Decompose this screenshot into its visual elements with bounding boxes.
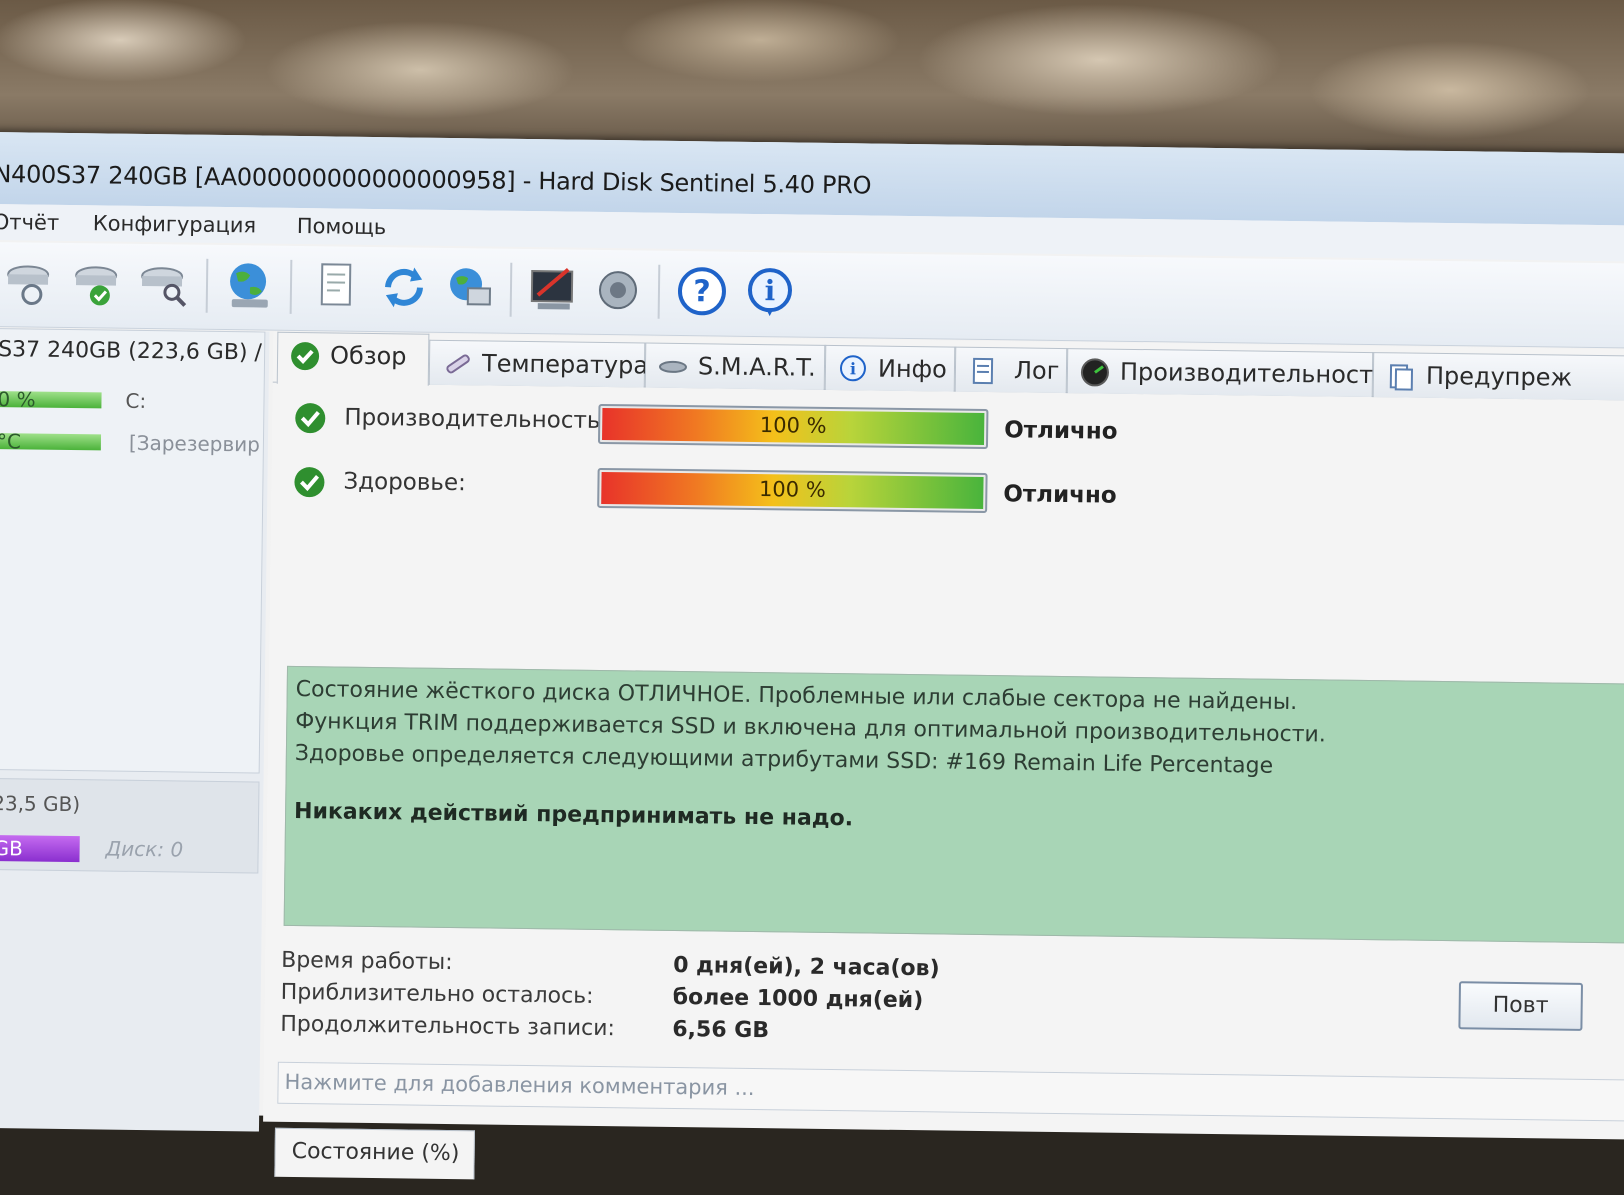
- tab-temperature[interactable]: Температура: [429, 340, 646, 388]
- status-action: Никаких действий предпринимать не надо.: [294, 799, 853, 831]
- status-line-1: Состояние жёсткого диска ОТЛИЧНОЕ. Пробл…: [296, 677, 1298, 715]
- volume-item[interactable]: 23,5 GB) GB Диск: 0: [0, 778, 260, 874]
- sound-icon[interactable]: [594, 264, 647, 317]
- disk-search-icon[interactable]: [138, 258, 191, 311]
- svg-text:?: ?: [693, 274, 711, 309]
- tab-smart[interactable]: S.M.A.R.T.: [645, 343, 826, 390]
- globe-icon[interactable]: [224, 259, 277, 312]
- svg-text:i: i: [764, 274, 775, 307]
- tab-info[interactable]: i Инфо: [825, 345, 956, 392]
- status-message-box: Состояние жёсткого диска ОТЛИЧНОЕ. Пробл…: [284, 666, 1624, 944]
- reserved-label: [Зарезервир: [129, 431, 260, 457]
- volume-bar: GB: [0, 835, 80, 862]
- settings-icon[interactable]: [528, 263, 581, 316]
- health-mini-label: 0 %: [0, 387, 36, 411]
- uptime-value: 0 дня(ей), 2 часа(ов): [673, 953, 940, 981]
- app-window: N400S37 240GB [AA000000000000000958] - H…: [0, 132, 1624, 1134]
- disk-check-icon[interactable]: [70, 257, 123, 310]
- status-line-3: Здоровье определяется следующими атрибут…: [295, 741, 1274, 779]
- smart-icon: [658, 352, 688, 382]
- written-label: Продолжительность записи:: [280, 1012, 615, 1041]
- toolbar-separator: [658, 265, 661, 319]
- health-check-icon: [293, 466, 325, 498]
- tab-warnings[interactable]: Предупреж: [1373, 352, 1624, 400]
- menu-configuration[interactable]: Конфигурация: [93, 211, 257, 237]
- disk-title: S37 240GB (223,6 GB) /: [0, 337, 262, 365]
- tab-overview[interactable]: Обзор: [277, 332, 430, 386]
- tab-status-percent[interactable]: Состояние (%): [274, 1128, 475, 1180]
- disk-label: Диск: 0: [105, 837, 183, 862]
- health-value: 100 %: [599, 475, 985, 504]
- performance-check-icon: [294, 402, 326, 434]
- remaining-value: более 1000 дня(ей): [673, 985, 924, 1013]
- toolbar-separator: [510, 263, 513, 317]
- log-icon: [968, 356, 998, 386]
- tab-log[interactable]: Лог: [955, 347, 1068, 393]
- refresh-icon[interactable]: [378, 261, 431, 314]
- health-rating: Отлично: [1003, 481, 1117, 508]
- performance-rating: Отлично: [1004, 417, 1118, 444]
- window-title: N400S37 240GB [AA000000000000000958] - H…: [0, 160, 871, 199]
- thermometer-icon: [442, 349, 472, 379]
- tab-status-percent-label: Состояние (%): [292, 1139, 460, 1166]
- performance-label: Производительность:: [344, 405, 608, 434]
- gauge-icon: [1080, 357, 1110, 387]
- menu-report[interactable]: Отчёт: [0, 210, 59, 235]
- uptime-label: Время работы:: [281, 948, 453, 975]
- repeat-test-button[interactable]: Повт: [1458, 981, 1583, 1031]
- info-icon: i: [838, 354, 868, 384]
- info-icon[interactable]: i: [744, 266, 797, 319]
- volume-bar-label: GB: [0, 836, 23, 860]
- toolbar-separator: [290, 260, 293, 314]
- health-bar: 100 %: [597, 468, 987, 513]
- check-icon: [290, 341, 320, 371]
- status-line-2: Функция TRIM поддерживается SSD и включе…: [295, 709, 1326, 747]
- written-value: 6,56 GB: [672, 1017, 769, 1043]
- comment-placeholder: Нажмите для добавления комментария ...: [284, 1070, 754, 1100]
- network-icon[interactable]: [444, 262, 497, 315]
- comment-field[interactable]: Нажмите для добавления комментария ...: [277, 1062, 1624, 1122]
- remaining-label: Приблизительно осталось:: [281, 980, 594, 1009]
- disk-refresh-icon[interactable]: [2, 256, 55, 309]
- tab-performance[interactable]: Производительность: [1067, 348, 1374, 397]
- document-icon: [1386, 361, 1416, 391]
- help-icon[interactable]: ?: [676, 265, 729, 318]
- drive-letter: C:: [125, 389, 146, 413]
- temp-mini-label: °C: [0, 429, 21, 453]
- disk-list-item[interactable]: S37 240GB (223,6 GB) / 0 % C: °C [Зарезе…: [0, 328, 265, 773]
- volume-size: 23,5 GB): [0, 791, 80, 816]
- left-panel: S37 240GB (223,6 GB) / 0 % C: °C [Зарезе…: [0, 328, 269, 1132]
- health-label: Здоровье:: [343, 469, 466, 497]
- svg-text:i: i: [850, 359, 856, 378]
- main-panel: Обзор Температура S.M.A.R.T. i Инфо Лог …: [263, 332, 1624, 1140]
- report-icon[interactable]: [310, 260, 363, 313]
- performance-value: 100 %: [600, 411, 986, 440]
- menu-help[interactable]: Помощь: [297, 214, 387, 239]
- performance-bar: 100 %: [598, 404, 988, 449]
- repeat-test-label: Повт: [1493, 993, 1549, 1019]
- toolbar-separator: [206, 259, 209, 313]
